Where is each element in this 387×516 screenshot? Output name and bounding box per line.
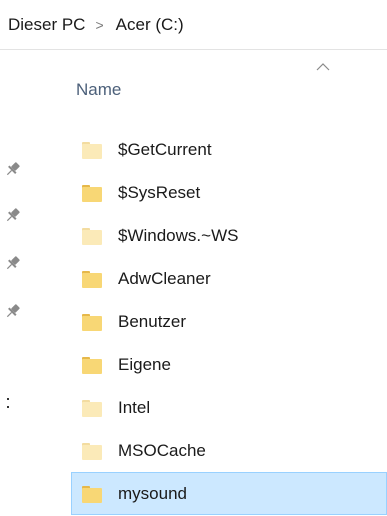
file-explorer-window: Dieser PC > Acer (C:) Name $GetCurrent $… xyxy=(0,0,387,516)
pin-icon[interactable] xyxy=(4,206,22,224)
folder-icon xyxy=(82,399,102,417)
file-name: Benutzer xyxy=(118,311,187,331)
list-item-selected[interactable]: mysound xyxy=(71,472,387,515)
file-name: MSOCache xyxy=(118,440,206,460)
address-bar[interactable]: Dieser PC > Acer (C:) xyxy=(0,0,387,50)
file-name: mysound xyxy=(118,483,187,503)
folder-icon xyxy=(82,485,102,503)
pin-icon[interactable] xyxy=(4,160,22,178)
folder-icon xyxy=(82,141,102,159)
list-item[interactable]: Intel xyxy=(71,386,387,429)
breadcrumb-separator-chevron-icon[interactable]: > xyxy=(95,17,103,33)
column-header-name-label: Name xyxy=(76,80,122,99)
file-name: Intel xyxy=(118,397,151,417)
pin-icon[interactable] xyxy=(4,302,22,320)
pin-icon[interactable] xyxy=(4,254,22,272)
list-item[interactable]: $Windows.~WS xyxy=(71,214,387,257)
breadcrumb-drive-c[interactable]: Acer (C:) xyxy=(116,15,184,35)
file-name: $Windows.~WS xyxy=(118,225,239,245)
navigation-pane-edge-icon xyxy=(7,398,9,408)
file-name: $SysReset xyxy=(118,182,201,202)
file-name: Eigene xyxy=(118,354,171,374)
column-header-name[interactable]: Name xyxy=(66,70,387,110)
folder-icon xyxy=(82,313,102,331)
file-list: $GetCurrent $SysReset $Windows.~WS AdwCl… xyxy=(71,128,387,515)
folder-icon xyxy=(82,442,102,460)
folder-icon xyxy=(82,356,102,374)
file-name: $GetCurrent xyxy=(118,139,212,159)
folder-icon xyxy=(82,227,102,245)
list-item[interactable]: Benutzer xyxy=(71,300,387,343)
list-item[interactable]: AdwCleaner xyxy=(71,257,387,300)
list-item[interactable]: $SysReset xyxy=(71,171,387,214)
folder-icon xyxy=(82,184,102,202)
list-item[interactable]: MSOCache xyxy=(71,429,387,472)
breadcrumb-this-pc[interactable]: Dieser PC xyxy=(8,15,85,35)
folder-icon xyxy=(82,270,102,288)
list-item[interactable]: $GetCurrent xyxy=(71,128,387,171)
list-item[interactable]: Eigene xyxy=(71,343,387,386)
file-name: AdwCleaner xyxy=(118,268,211,288)
